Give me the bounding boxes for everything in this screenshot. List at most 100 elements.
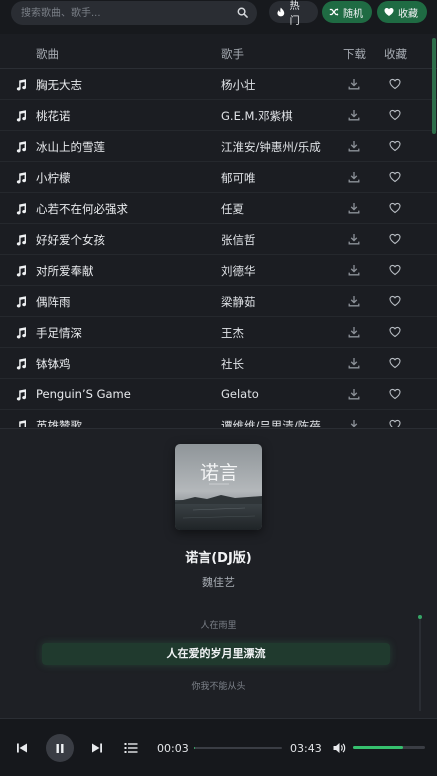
song-artist[interactable]: 梁静茹 <box>221 294 256 310</box>
song-artist[interactable]: 社长 <box>221 356 244 372</box>
song-list: 歌曲 歌手 下载 收藏 胸无大志 杨小壮桃花诺 G.E.M.邓紫棋冰山上的雪莲 江淮安… <box>0 37 437 427</box>
volume-slider[interactable] <box>353 746 425 749</box>
now-playing-panel: 诺言 诺言(DJ版) 魏佳艺 人在雨里 人在爱的岁月里漂流 你我不能从头 <box>0 428 437 718</box>
song-title[interactable]: 手足情深 <box>36 325 82 341</box>
song-artist[interactable]: 张信哲 <box>221 232 256 248</box>
song-artist[interactable]: 江淮安/钟惠州/乐成 <box>221 139 321 155</box>
heart-outline-icon[interactable] <box>389 295 401 307</box>
music-note-icon <box>16 79 27 91</box>
lyric-next-line: 你我不能从头 <box>191 682 246 692</box>
play-pause-button[interactable] <box>46 734 74 762</box>
favorites-button[interactable]: 收藏 <box>377 1 427 23</box>
heart-outline-icon[interactable] <box>389 171 401 183</box>
list-header: 歌曲 歌手 下载 收藏 <box>0 37 437 69</box>
song-row[interactable]: 桃花诺 G.E.M.邓紫棋 <box>0 100 437 131</box>
volume-icon[interactable] <box>333 742 346 754</box>
download-icon[interactable] <box>348 388 360 400</box>
top-bar: 热门 随机 收藏 <box>0 0 437 34</box>
song-artist[interactable]: 刘德华 <box>221 263 256 279</box>
volume-slider-fill <box>353 746 404 749</box>
music-note-icon <box>16 172 27 184</box>
music-note-icon <box>16 141 27 153</box>
track-title: 诺言(DJ版) <box>185 551 252 566</box>
song-title[interactable]: 偶阵雨 <box>36 294 71 310</box>
song-row[interactable]: 冰山上的雪莲 江淮安/钟惠州/乐成 <box>0 131 437 162</box>
music-note-icon <box>16 110 27 122</box>
song-artist[interactable]: G.E.M.邓紫棋 <box>221 108 293 124</box>
download-icon[interactable] <box>348 233 360 245</box>
heart-outline-icon[interactable] <box>389 419 401 427</box>
download-icon[interactable] <box>348 78 360 90</box>
total-time: 03:43 <box>290 742 322 755</box>
heart-outline-icon[interactable] <box>389 357 401 369</box>
search-input[interactable] <box>21 1 231 25</box>
shuffle-button[interactable]: 随机 <box>322 1 372 23</box>
download-icon[interactable] <box>348 419 360 427</box>
heart-outline-icon[interactable] <box>389 326 401 338</box>
song-row[interactable]: 钵钵鸡 社长 <box>0 348 437 379</box>
song-row[interactable]: 偶阵雨 梁静茹 <box>0 286 437 317</box>
download-icon[interactable] <box>348 357 360 369</box>
download-icon[interactable] <box>348 326 360 338</box>
download-icon[interactable] <box>348 140 360 152</box>
heart-outline-icon[interactable] <box>389 264 401 276</box>
song-title[interactable]: 冰山上的雪莲 <box>36 139 105 155</box>
progress-bar[interactable] <box>194 747 282 749</box>
download-icon[interactable] <box>348 202 360 214</box>
search-box[interactable] <box>11 1 257 25</box>
previous-icon[interactable] <box>16 742 28 754</box>
song-title[interactable]: 胸无大志 <box>36 77 82 93</box>
list-scrollbar-thumb[interactable] <box>432 38 436 134</box>
hot-button[interactable]: 热门 <box>269 1 318 27</box>
music-note-icon <box>16 203 27 215</box>
song-artist[interactable]: 谭维维/吕思清/陈蓓 <box>221 418 321 427</box>
heart-outline-icon[interactable] <box>389 78 401 90</box>
heart-outline-icon[interactable] <box>389 140 401 152</box>
heart-outline-icon[interactable] <box>389 202 401 214</box>
song-artist[interactable]: 任夏 <box>221 201 244 217</box>
search-icon[interactable] <box>237 7 248 18</box>
download-icon[interactable] <box>348 295 360 307</box>
playlist-icon[interactable] <box>124 742 138 754</box>
song-artist[interactable]: 郁可唯 <box>221 170 256 186</box>
column-song: 歌曲 <box>36 47 59 61</box>
lyric-scrollbar-thumb[interactable] <box>418 615 422 619</box>
lyric-scrollbar-track[interactable] <box>419 615 421 711</box>
song-row[interactable]: 小柠檬 郁可唯 <box>0 162 437 193</box>
song-title[interactable]: Penguin’S Game <box>36 387 131 401</box>
music-note-icon <box>16 327 27 339</box>
heart-outline-icon[interactable] <box>389 388 401 400</box>
heart-outline-icon[interactable] <box>389 109 401 121</box>
song-title[interactable]: 心若不在何必强求 <box>36 201 128 217</box>
column-artist: 歌手 <box>221 47 244 61</box>
lyric-current-line: 人在爱的岁月里漂流 <box>42 643 390 665</box>
song-row[interactable]: 对所爱奉献 刘德华 <box>0 255 437 286</box>
song-artist[interactable]: 杨小壮 <box>221 77 256 93</box>
song-artist[interactable]: Gelato <box>221 387 259 401</box>
song-artist[interactable]: 王杰 <box>221 325 244 341</box>
song-row[interactable]: 心若不在何必强求 任夏 <box>0 193 437 224</box>
song-row[interactable]: Penguin’S Game Gelato <box>0 379 437 410</box>
song-title[interactable]: 对所爱奉献 <box>36 263 94 279</box>
download-icon[interactable] <box>348 264 360 276</box>
music-note-icon <box>16 358 27 370</box>
music-note-icon <box>19 420 26 427</box>
song-row[interactable]: 胸无大志 杨小壮 <box>0 69 437 100</box>
song-row[interactable]: 好好爱个女孩 张信哲 <box>0 224 437 255</box>
song-row[interactable]: 手足情深 王杰 <box>0 317 437 348</box>
song-title[interactable]: 英雄赞歌 <box>36 418 82 427</box>
playback-controls: 00:03 03:43 <box>0 718 437 776</box>
download-icon[interactable] <box>348 109 360 121</box>
song-title[interactable]: 桃花诺 <box>36 108 71 124</box>
download-icon[interactable] <box>348 171 360 183</box>
fire-icon <box>277 7 285 17</box>
progress-bar-fill <box>194 747 196 749</box>
column-favorite: 收藏 <box>384 47 407 61</box>
song-title[interactable]: 好好爱个女孩 <box>36 232 105 248</box>
song-title[interactable]: 小柠檬 <box>36 170 71 186</box>
pause-icon <box>56 743 64 753</box>
song-title[interactable]: 钵钵鸡 <box>36 356 71 372</box>
song-row[interactable]: 英雄赞歌 谭维维/吕思清/陈蓓 <box>0 410 437 427</box>
heart-outline-icon[interactable] <box>389 233 401 245</box>
next-icon[interactable] <box>91 742 103 754</box>
